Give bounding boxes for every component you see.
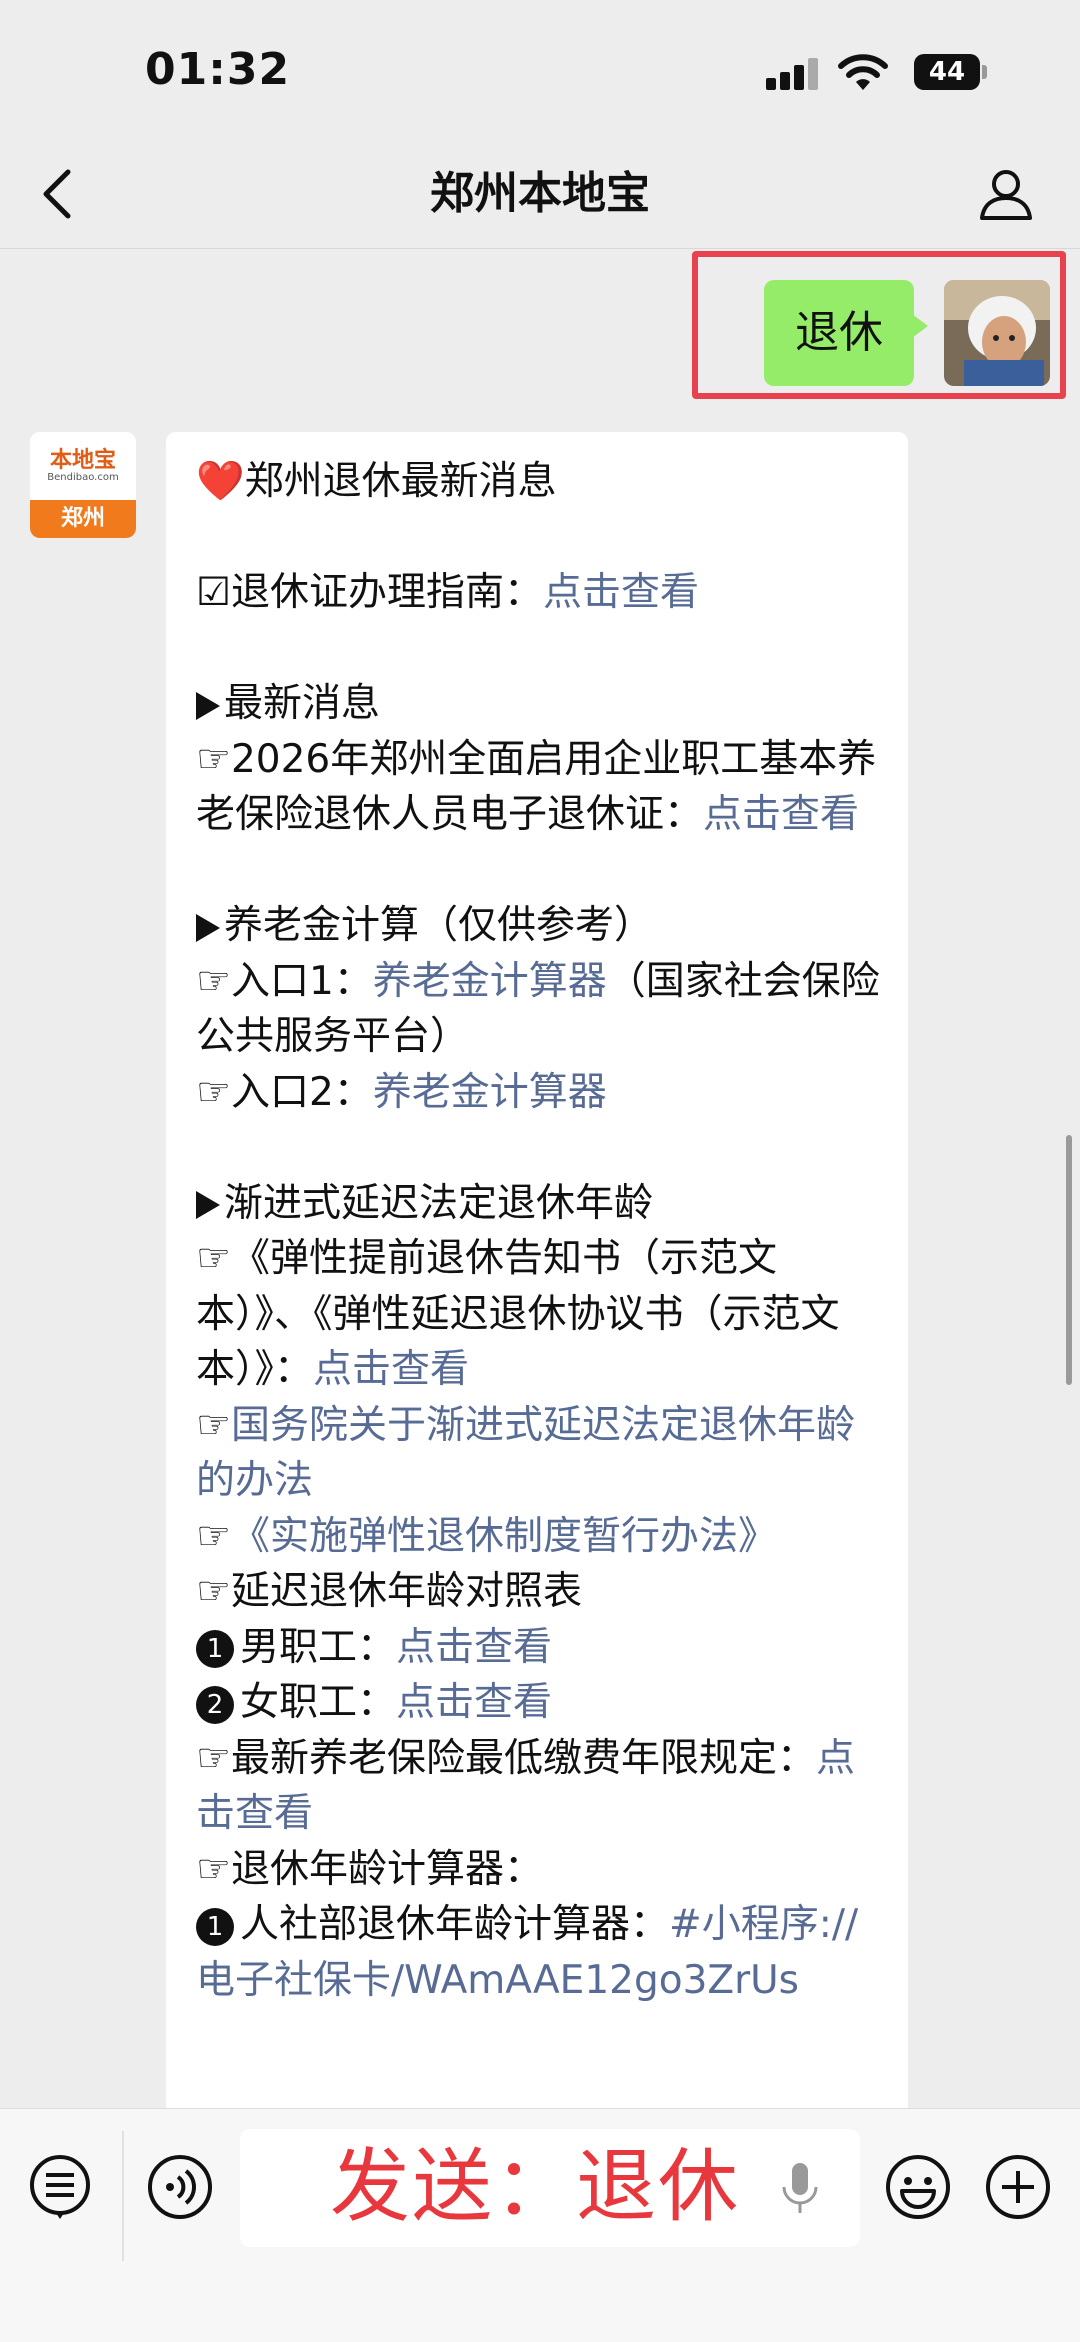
message-text: 渐进式延迟法定退休年龄 [224,1180,654,1226]
smiley-icon[interactable] [884,2153,952,2221]
message-text: ☞入口2： [196,1069,373,1115]
message-line: 1 人社部退休年龄计算器：#小程序://电子社保卡/WAmAAE12go3ZrUs [196,1897,886,2008]
message-line: 2 女职工：点击查看 [196,1675,886,1731]
message-line: 渐进式延迟法定退休年龄 [196,1176,886,1232]
message-text: 郑州退休最新消息 [244,459,557,504]
message-line: ☞延迟退休年龄对照表 [196,1564,886,1620]
message-text: ☞入口1： [196,958,373,1004]
message-line: ❤️郑州退休最新消息 [196,454,886,510]
message-link[interactable]: 点击查看 [396,1625,552,1670]
bot-logo-subtext: Bendibao.com [47,472,119,483]
heart-icon: ❤️ [196,459,245,504]
message-line: ☞入口1：养老金计算器（国家社会保险公共服务平台） [196,954,886,1065]
sent-message-bubble[interactable]: 退休 [764,280,928,386]
message-link[interactable]: 点击查看 [543,570,699,615]
message-text: 男职工： [240,1624,397,1670]
message-line: ☞退休年龄计算器： [196,1842,886,1898]
message-link[interactable]: 养老金计算器 [373,959,607,1004]
status-bar: 01:32 44 [0,0,1080,140]
message-link[interactable]: 点击查看 [313,1347,469,1392]
plus-circle-icon[interactable] [984,2153,1052,2221]
user-avatar-image [944,280,1050,386]
received-message-bubble: ❤️郑州退休最新消息 ☑退休证办理指南：点击查看 最新消息 ☞2026年郑州全面启用企… [166,432,908,2122]
battery-tip [982,65,987,79]
received-message-text: ❤️郑州退休最新消息 ☑退休证办理指南：点击查看 最新消息 ☞2026年郑州全面启用企… [196,454,886,2008]
triangle-bullet-icon [196,913,220,942]
signal-icon [766,58,820,90]
number-badge: 1 [196,1907,234,1946]
nav-bar: 郑州本地宝 [0,140,1080,249]
user-avatar[interactable] [944,280,1050,386]
input-divider [122,2131,124,2261]
message-link[interactable]: 点击查看 [703,792,859,837]
message-text: ☞退休年龄计算器： [196,1846,543,1892]
message-text: ☞延迟退休年龄对照表 [196,1569,582,1614]
message-line: ☑退休证办理指南：点击查看 [196,565,886,621]
bot-logo-city: 郑州 [30,500,136,538]
message-text: ☞最新养老保险最低缴费年限规定： [196,1735,816,1781]
scrollbar[interactable] [1066,1135,1072,1385]
message-link[interactable]: 养老金计算器 [373,1070,607,1115]
message-text: 人社部退休年龄计算器： [240,1902,670,1947]
triangle-bullet-icon [196,691,220,720]
message-line: 最新消息 [196,676,886,732]
number-badge: 2 [196,1685,234,1724]
message-link[interactable]: 点击查看 [396,1680,552,1725]
input-overlay-text: 发送：退休 [330,2140,740,2233]
message-line: 1 男职工：点击查看 [196,1620,886,1676]
message-line: ☞2026年郑州全面启用企业职工基本养老保险退休人员电子退休证：点击查看 [196,732,886,843]
message-text: 女职工： [240,1680,397,1725]
message-text: 最新消息 [224,681,381,726]
chat-list-icon[interactable] [26,2153,94,2221]
number-badge: 1 [196,1630,234,1668]
status-time: 01:32 [145,44,291,95]
person-icon[interactable] [976,164,1036,224]
message-text: 养老金计算（仅供参考） [224,903,654,948]
voice-wave-icon[interactable] [146,2153,214,2221]
message-line: 养老金计算（仅供参考） [196,898,886,954]
message-link[interactable]: 《实施弹性退休制度暂行办法》 [231,1514,777,1559]
bot-logo-text: 本地宝 [49,447,116,473]
message-text: ☞ [196,1402,231,1448]
triangle-bullet-icon [196,1191,220,1219]
bot-avatar[interactable]: 本地宝 Bendibao.com 郑州 [30,432,136,538]
message-line: ☞入口2：养老金计算器 [196,1065,886,1121]
message-line: ☞《实施弹性退休制度暂行办法》 [196,1509,886,1565]
message-link[interactable]: 国务院关于渐进式延迟法定退休年龄的办法 [196,1403,855,1504]
message-text: ☑退休证办理指南： [196,570,543,615]
message-line: ☞国务院关于渐进式延迟法定退休年龄的办法 [196,1398,886,1509]
input-bar: 发送：退休 [0,2108,1080,2342]
battery-icon: 44 [914,54,980,90]
page-title: 郑州本地宝 [430,168,650,219]
wifi-icon [838,54,888,90]
microphone-icon[interactable] [780,2159,820,2219]
message-text: ☞ [196,1513,231,1559]
message-line: ☞《弹性提前退休告知书（示范文本）》、《弹性延迟退休协议书（示范文本）》：点击查… [196,1231,886,1398]
message-text: ☞《弹性提前退休告知书（示范文本）》、《弹性延迟退休协议书（示范文本）》： [196,1236,840,1392]
message-input[interactable]: 发送：退休 [240,2129,860,2247]
message-line: ☞最新养老保险最低缴费年限规定：点击查看 [196,1731,886,1842]
